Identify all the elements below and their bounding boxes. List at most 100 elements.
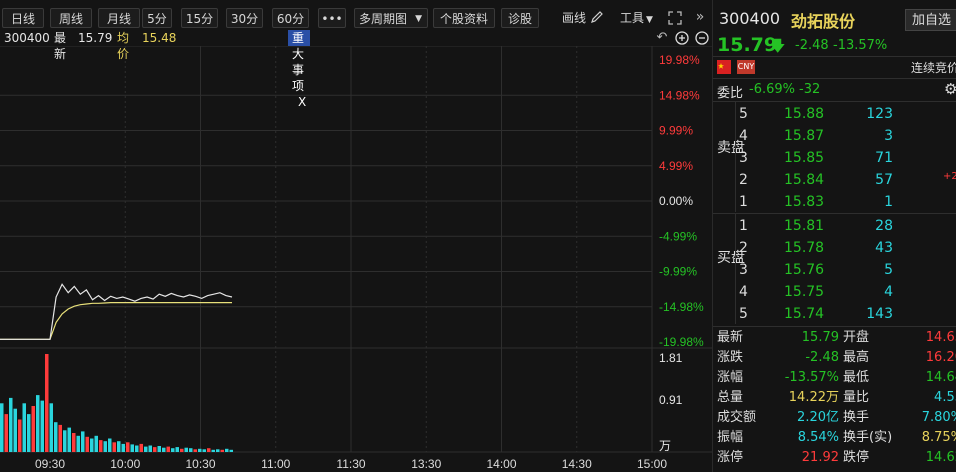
order-price: 15.84 (784, 172, 825, 188)
avg-value: 15.48 (142, 31, 177, 45)
volume-bar (45, 354, 49, 452)
stat-label: 涨停 (717, 450, 744, 465)
zoom-out-icon[interactable] (695, 31, 709, 45)
major-event-tag[interactable]: 重大事项 X (288, 30, 311, 109)
volume-bar (58, 424, 62, 452)
intraday-chart[interactable]: 19.98% 14.98% 9.99% 4.99% 0.00% -4.99% -9.99% -… (0, 46, 712, 472)
down-arrow-icon: 🡇 (770, 37, 786, 55)
volume-axis-label: 万 (659, 439, 671, 453)
volume-bar (13, 408, 17, 452)
volume-bar (67, 427, 71, 452)
volume-bar (112, 442, 116, 452)
period-day-button[interactable]: 日线 (2, 8, 44, 28)
volume-bar (135, 445, 139, 452)
order-price: 15.75 (784, 284, 825, 300)
order-price: 15.74 (784, 306, 825, 322)
volume-bar (220, 449, 224, 452)
price-axis-label: 19.98% (659, 53, 700, 67)
time-axis-label: 15:00 (637, 457, 667, 471)
stat-value: 14.64 (925, 370, 956, 385)
quote-change-pct: -13.57% (833, 38, 888, 53)
buy-order-row[interactable]: 2 15.78 43 (713, 237, 956, 259)
buy-order-row[interactable]: 4 15.75 4 (713, 281, 956, 303)
order-volume: 71 (875, 150, 893, 166)
volume-bar (162, 447, 166, 452)
draw-line-button[interactable]: 画线 (562, 8, 604, 28)
stat-row: 涨幅 -13.57% 最低 14.64 (713, 368, 956, 388)
price-line (0, 283, 233, 340)
price-axis-label: -14.98% (659, 300, 704, 314)
volume-bar (103, 441, 107, 452)
sell-order-row[interactable]: 4 15.87 3 (713, 125, 956, 147)
sell-order-row[interactable]: 1 15.83 1 (713, 191, 956, 213)
time-axis-label: 10:30 (185, 457, 215, 471)
stat-label: 换手(实) (843, 430, 893, 445)
stock-profile-button[interactable]: 个股资料 (433, 8, 495, 28)
stat-value: 14.22万 (788, 390, 839, 405)
fullscreen-icon[interactable] (668, 11, 682, 25)
buy-order-row[interactable]: 5 15.74 143 (713, 303, 956, 325)
add-watchlist-button[interactable]: 加自选 (905, 9, 956, 31)
time-axis-label: 14:30 (562, 457, 592, 471)
sell-order-row[interactable]: 3 15.85 71 (713, 147, 956, 169)
period-15min-button[interactable]: 15分 (181, 8, 218, 28)
order-volume: 1 (884, 194, 893, 210)
more-periods-button[interactable]: ••• (318, 8, 346, 28)
volume-bar (36, 395, 40, 452)
sell-order-row[interactable]: 5 15.88 123 (713, 103, 956, 125)
stat-value: 14.62 (925, 450, 956, 465)
volume-bar (202, 449, 206, 452)
order-volume: 5 (884, 262, 893, 278)
stat-value: 4.53 (934, 390, 956, 405)
volume-bar (144, 446, 148, 452)
order-price: 15.85 (784, 150, 825, 166)
period-60min-button[interactable]: 60分 (272, 8, 309, 28)
sell-order-row[interactable]: 2 15.84 57 (713, 169, 956, 191)
volume-bar (27, 414, 31, 452)
period-week-button[interactable]: 周线 (50, 8, 92, 28)
order-price: 15.81 (784, 218, 825, 234)
volume-bar (189, 448, 193, 452)
stat-label: 涨幅 (717, 370, 744, 385)
volume-bar (117, 441, 121, 452)
volume-bar (207, 448, 211, 452)
order-price: 15.83 (784, 194, 825, 210)
time-axis-label: 14:00 (486, 457, 516, 471)
buy-order-row[interactable]: 1 15.81 28 (713, 215, 956, 237)
gear-icon[interactable]: ⚙ (944, 80, 956, 98)
latest-value: 15.79 (78, 31, 113, 45)
tools-dropdown[interactable]: 工具 ▼ (620, 8, 653, 28)
stat-row: 总量 14.22万量比 4.53 (713, 388, 956, 408)
quote-panel: 300400 劲拓股份 加自选 15.79 🡇 -2.48 -13.57% CN… (712, 0, 956, 472)
order-level: 5 (739, 106, 748, 122)
volume-bar (121, 443, 125, 452)
order-level: 1 (739, 194, 748, 210)
volume-bar (171, 448, 175, 452)
order-level: 3 (739, 150, 748, 166)
order-level: 3 (739, 262, 748, 278)
stat-label: 最高 (843, 350, 870, 365)
stat-label: 最低 (843, 370, 870, 385)
zoom-in-icon[interactable] (675, 31, 689, 45)
volume-axis-label: 1.81 (659, 351, 683, 365)
volume-bar (153, 447, 157, 452)
stat-row: 涨跌 -2.48 最高 16.20 (713, 348, 956, 368)
volume-bar (108, 438, 112, 452)
period-5min-button[interactable]: 5分 (142, 8, 172, 28)
volume-bar (54, 422, 58, 452)
time-axis-label: 13:30 (411, 457, 441, 471)
undo-icon[interactable]: ↶ (655, 31, 669, 45)
stat-value: 7.80% (921, 410, 956, 425)
diagnose-button[interactable]: 诊股 (501, 8, 539, 28)
stat-value: -2.48 (805, 350, 839, 365)
period-30min-button[interactable]: 30分 (226, 8, 263, 28)
order-level: 1 (739, 218, 748, 234)
stat-label: 涨跌 (717, 350, 744, 365)
stat-label: 成交额 (717, 410, 757, 425)
period-month-button[interactable]: 月线 (98, 8, 140, 28)
collapse-right-icon[interactable]: » (693, 10, 707, 24)
multi-period-dropdown[interactable]: 多周期图 ▼ (354, 8, 428, 28)
buy-order-row[interactable]: 3 15.76 5 (713, 259, 956, 281)
order-price: 15.76 (784, 262, 825, 278)
quote-price: 15.79 (717, 34, 778, 56)
